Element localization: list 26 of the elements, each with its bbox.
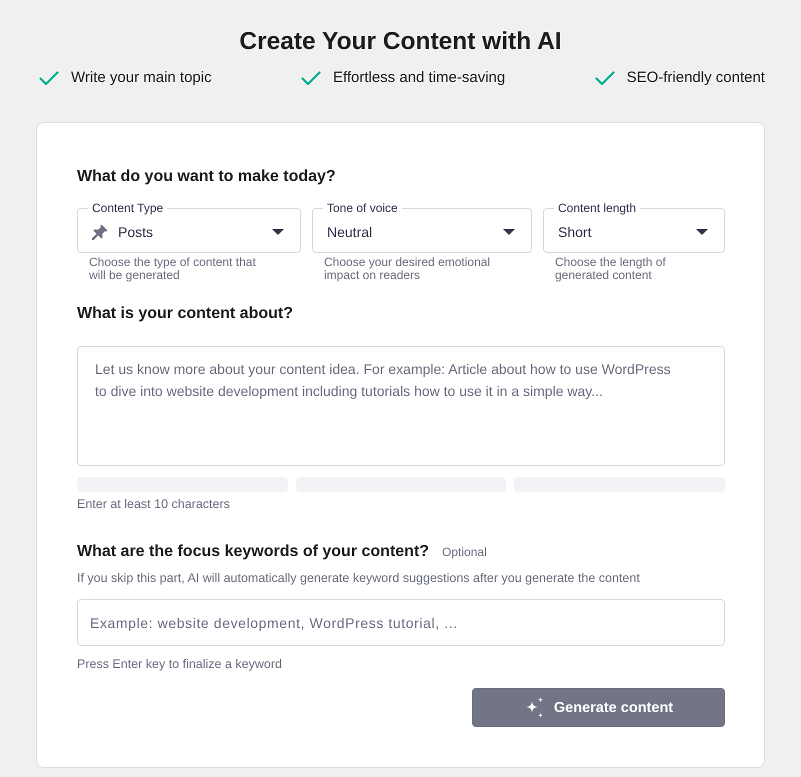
helper-text: Choose the type of content that will be generated <box>88 254 257 282</box>
feature-text: Write your main topic <box>71 69 212 87</box>
section-heading: What are the focus keywords of your content? <box>77 542 430 562</box>
caret-icon <box>696 229 708 235</box>
section-description: If you skip this part, AI will automatically generate keyword suggestions after you generate the content <box>77 572 641 585</box>
helper-text: Enter at least 10 characters <box>77 498 231 511</box>
check-icon <box>300 70 321 86</box>
helper-text: Choose the length of generated content <box>554 254 667 282</box>
page-title: Create Your Content with AI <box>238 27 563 57</box>
caret-icon <box>503 229 515 235</box>
dropdown-field[interactable]: Content Type Posts <box>77 201 301 253</box>
dropdown-field[interactable]: Content length Short <box>543 201 725 253</box>
check-icon <box>594 70 615 86</box>
pin-icon <box>92 224 108 240</box>
feature-text: SEO-friendly content <box>626 69 765 87</box>
section-heading: What do you want to make today? <box>77 167 337 187</box>
section-heading: What is your content about? <box>77 304 294 324</box>
check-icon <box>39 70 59 86</box>
dropdown-field[interactable]: Tone of voice Neutral <box>312 201 532 253</box>
helper-text: Choose your desired emotional impact on readers <box>323 254 492 282</box>
content-idea-textarea[interactable]: Let us know more about your content idea. For example: Article about how to use WordPress to dive into website development including tutorials how to use it in a simple way... <box>77 346 725 466</box>
keywords-input-field[interactable]: Example: website development, WordPress tutorial, ... <box>77 599 725 646</box>
feature-text: Effortless and time-saving <box>332 69 506 87</box>
optional-label: Optional <box>442 545 487 559</box>
caret-icon <box>272 229 284 235</box>
helper-text: Press Enter key to finalize a keyword <box>77 658 283 671</box>
